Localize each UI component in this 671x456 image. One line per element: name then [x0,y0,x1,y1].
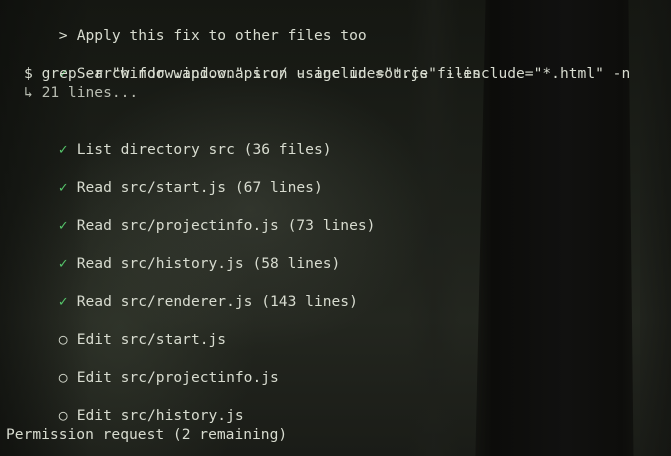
terminal-window: > Apply this fix to other files too ✓ Sear… [0,0,671,456]
step-label: Edit src/history.js [76,407,244,424]
step-list-directory: ✓ List directory src (36 files) [6,121,332,158]
user-prompt-text: Apply this fix to other files too [76,27,367,44]
step-search: ✓ Search for window.api.on usage in sourc… [6,45,481,82]
check-icon: ✓ [58,141,68,158]
check-icon: ✓ [58,179,68,196]
step-label: Edit src/projectinfo.js [76,369,279,386]
check-icon: ✓ [58,293,68,310]
prompt-chevron-icon: > [58,27,68,44]
step-label: List directory src (36 files) [76,141,332,158]
step-label: Read src/projectinfo.js (73 lines) [76,217,376,234]
permission-request-status: Permission request (2 remaining) [6,426,288,443]
grep-command: $ grep -r "window.api.on" src/ --include… [24,65,631,82]
user-prompt-line: > Apply this fix to other files too [6,7,367,44]
step-read-projectinfo: ✓ Read src/projectinfo.js (73 lines) [6,197,376,234]
pending-circle-icon: ○ [58,369,68,386]
step-edit-projectinfo: ○ Edit src/projectinfo.js [6,349,279,386]
check-icon: ✓ [58,255,68,272]
step-edit-history: ○ Edit src/history.js [6,387,244,424]
grep-result-summary[interactable]: ↳ 21 lines... [24,83,138,102]
step-read-renderer: ✓ Read src/renderer.js (143 lines) [6,273,358,310]
pending-circle-icon: ○ [58,331,68,348]
step-label: Read src/renderer.js (143 lines) [76,293,358,310]
step-read-history: ✓ Read src/history.js (58 lines) [6,235,341,272]
step-label: Read src/start.js (67 lines) [76,179,323,196]
step-label: Read src/history.js (58 lines) [76,255,341,272]
check-icon: ✓ [58,217,68,234]
pending-circle-icon: ○ [58,407,68,424]
step-label: Edit src/start.js [76,331,227,348]
step-read-start: ✓ Read src/start.js (67 lines) [6,159,323,196]
step-edit-start: ○ Edit src/start.js [6,311,226,348]
terminal-output: > Apply this fix to other files too ✓ Sear… [0,0,671,456]
